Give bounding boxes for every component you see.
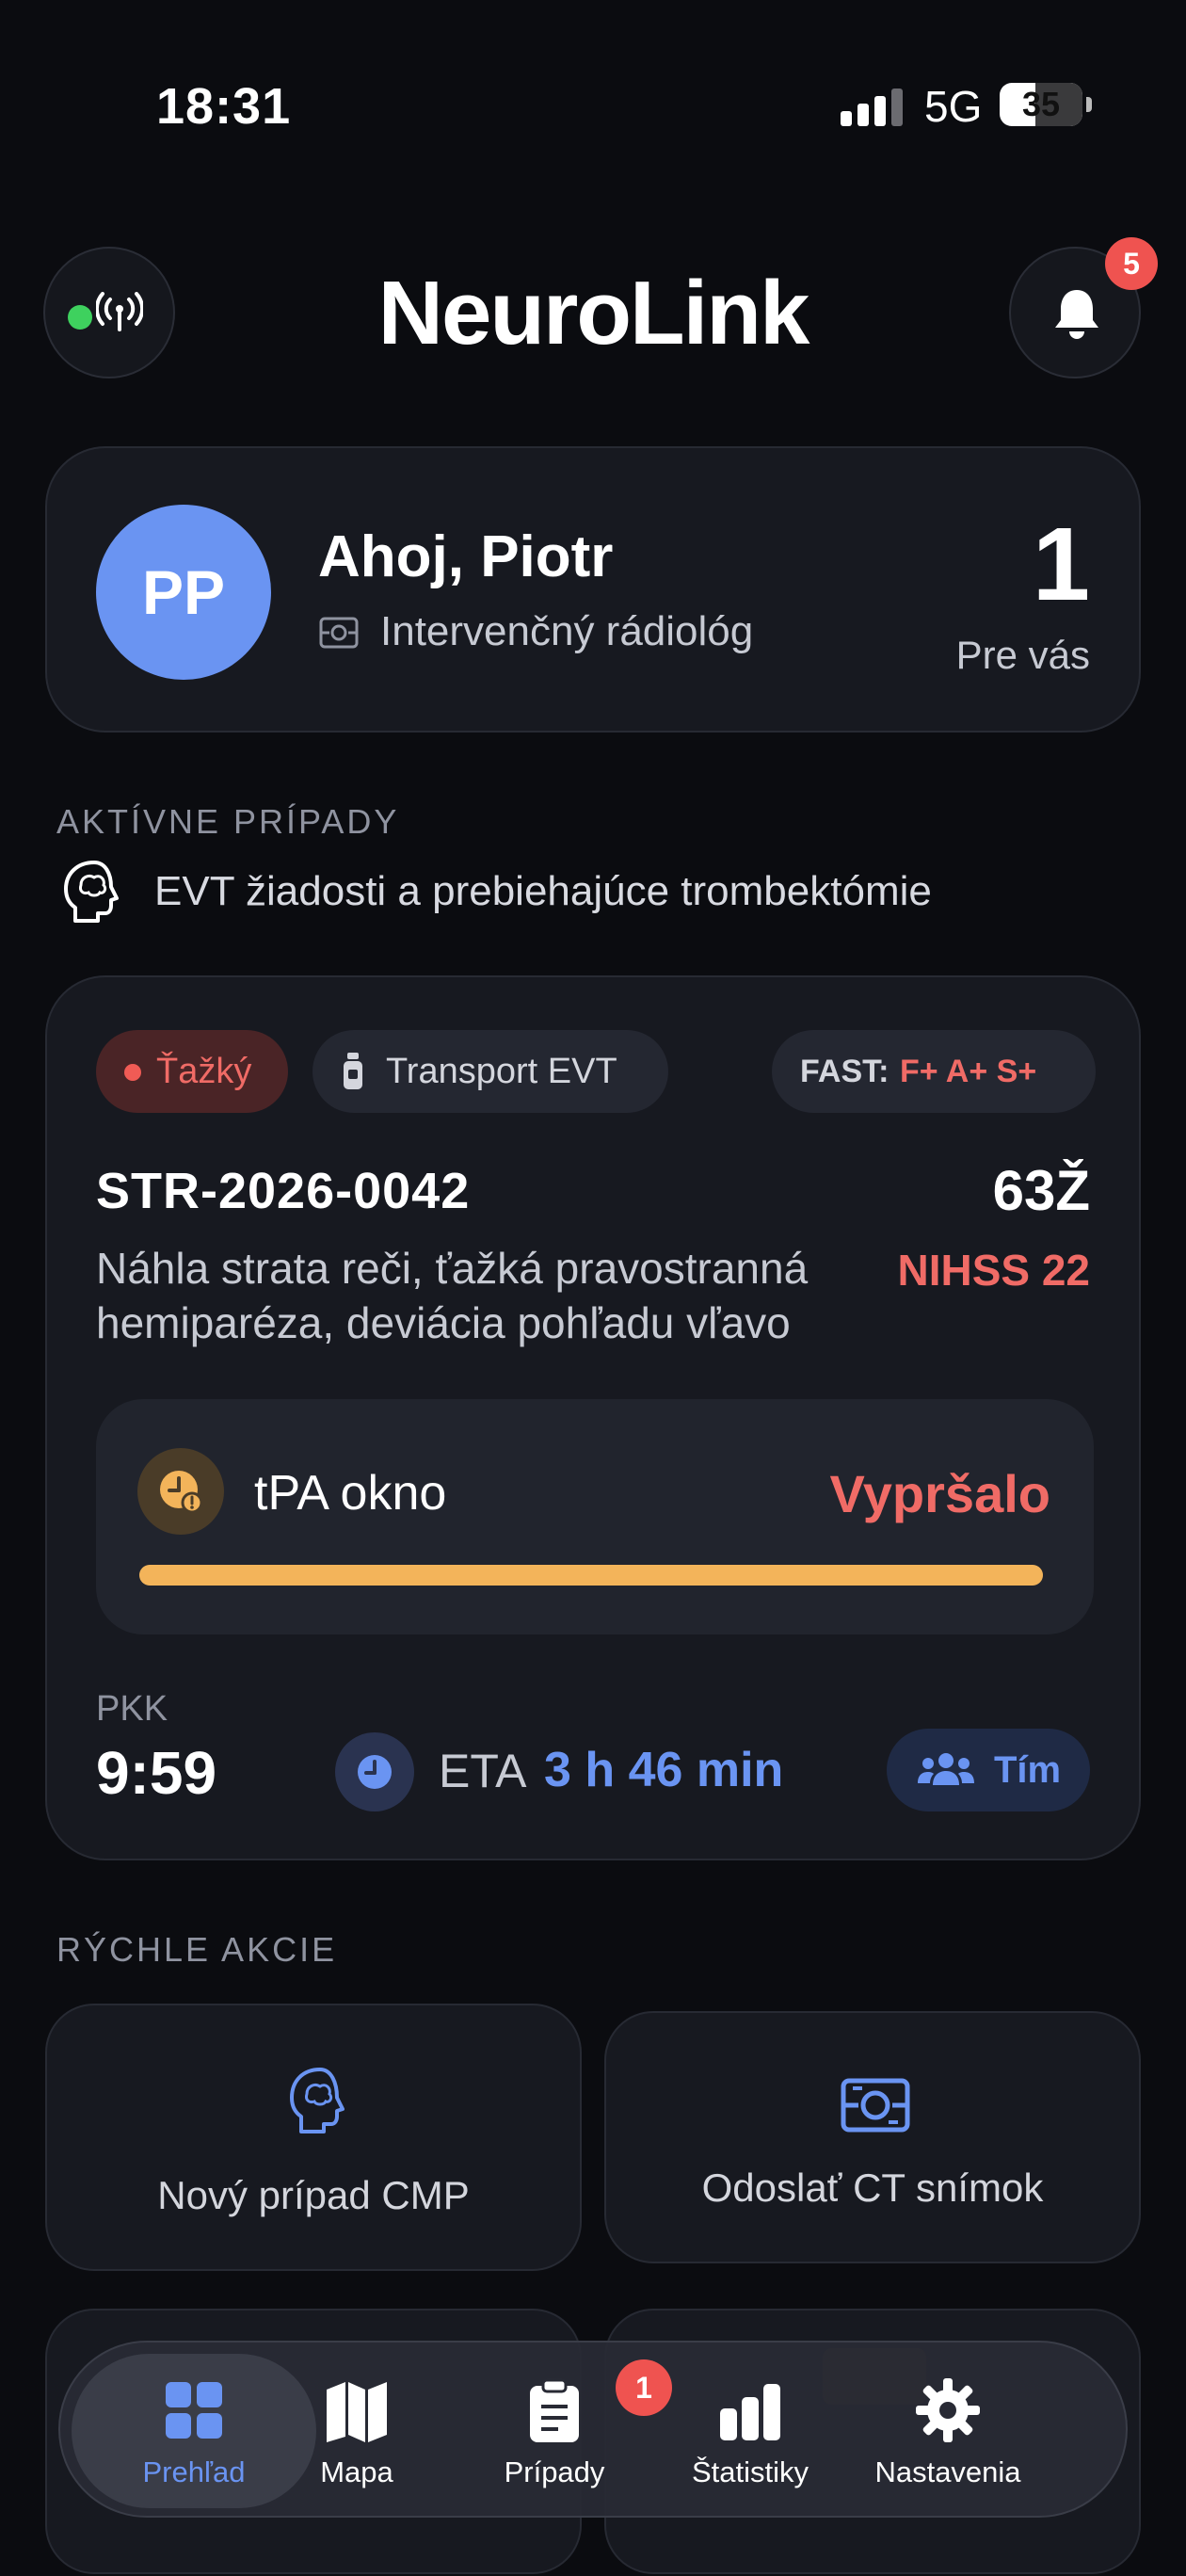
tpa-progress-bar (139, 1565, 1043, 1586)
case-id[interactable]: STR-2026-0042 (96, 1162, 470, 1220)
dashboard-icon (166, 2382, 222, 2439)
eta-label: ETA (439, 1745, 527, 1797)
tab-label: Štatistiky (691, 2455, 809, 2488)
tab-label: Mapa (320, 2455, 393, 2488)
status-time: 18:31 (156, 78, 292, 135)
bar-chart-icon (720, 2384, 780, 2440)
tab-statistics[interactable]: Štatistiky (651, 2343, 849, 2520)
radiology-icon (319, 617, 359, 649)
brain-icon (290, 2068, 345, 2133)
case-description: Náhla strata reči, ťažká pravostranná he… (96, 1244, 809, 1347)
transport-label: Transport EVT (386, 1052, 617, 1091)
quick-action-label: Nový prípad CMP (157, 2173, 470, 2217)
tpa-window-label: tPA okno (254, 1466, 447, 1521)
clipboard-icon (530, 2378, 579, 2442)
notification-badge: 5 (1105, 237, 1158, 290)
clock-alert-icon (137, 1448, 224, 1535)
tpa-progress-fill (139, 1565, 1043, 1586)
tpa-window-status: Vypršalo (829, 1464, 1050, 1523)
user-role: Intervenčný rádiológ (380, 608, 754, 654)
fast-label: FAST: (800, 1054, 890, 1089)
cases-badge: 1 (616, 2359, 672, 2416)
pkk-label: PKK (96, 1689, 168, 1729)
fast-value: F+ A+ S+ (900, 1054, 1037, 1089)
active-cases-heading: AKTÍVNE PRÍPADY (56, 802, 400, 841)
case-card[interactable]: Ťažký Transport EVT FAST: F+ A+ S+ STR-2… (45, 975, 1141, 1860)
battery-icon: 35 (1000, 83, 1092, 126)
clock-icon (335, 1732, 414, 1811)
vial-icon (344, 1053, 362, 1089)
gear-icon (916, 2378, 980, 2442)
greeting-name: Ahoj, Piotr (318, 524, 614, 589)
assigned-count: 1 (1032, 507, 1090, 622)
send-ct-scan-button[interactable]: Odoslať CT snímok (604, 2011, 1141, 2263)
tab-label: Prípady (504, 2455, 605, 2488)
tab-settings[interactable]: Nastavenia (849, 2343, 1047, 2520)
transport-chip: Transport EVT (313, 1030, 668, 1113)
avatar[interactable]: PP (96, 505, 271, 680)
assigned-count-label: Pre vás (955, 633, 1090, 677)
head-brain-icon (64, 861, 119, 923)
tab-map[interactable]: Mapa (258, 2343, 456, 2520)
bell-icon (1055, 290, 1098, 339)
quick-action-label: Odoslať CT snímok (701, 2165, 1044, 2210)
patient-age-sex: 63Ž (992, 1159, 1090, 1222)
eta-value: 3 h 46 min (544, 1743, 784, 1797)
pkk-value: 9:59 (96, 1739, 217, 1807)
tab-label: Nastavenia (874, 2455, 1021, 2488)
severity-label: Ťažký (156, 1052, 252, 1091)
tpa-window-panel: tPA okno Vypršalo (96, 1399, 1094, 1634)
app-title: NeuroLink (377, 263, 810, 363)
greeting-card[interactable]: PP Ahoj, Piotr Intervenčný rádiológ 1 Pr… (45, 446, 1141, 733)
tab-bar: Prehľad Mapa Prípady Štatistiky Nastaven… (58, 2341, 1128, 2518)
fast-score-chip: FAST: F+ A+ S+ (772, 1030, 1096, 1113)
severity-chip: Ťažký (96, 1030, 288, 1113)
new-stroke-case-button[interactable]: Nový prípad CMP (45, 2004, 582, 2271)
nihss-score: NIHSS 22 (897, 1246, 1090, 1295)
severity-dot (124, 1064, 141, 1081)
team-label: Tím (994, 1749, 1062, 1791)
status-bar: 18:31 5G 35 (0, 0, 1186, 217)
map-icon (327, 2382, 387, 2442)
signal-strength-icon (841, 89, 903, 126)
network-type: 5G (924, 82, 983, 131)
team-button[interactable]: Tím (887, 1729, 1090, 1811)
ct-scan-icon (841, 2078, 910, 2133)
team-icon (918, 1753, 974, 1785)
battery-level: 35 (1021, 85, 1061, 123)
quick-actions-heading: RÝCHLE AKCIE (56, 1930, 338, 1969)
active-cases-subtitle: EVT žiadosti a prebiehajúce trombektómie (154, 868, 932, 914)
